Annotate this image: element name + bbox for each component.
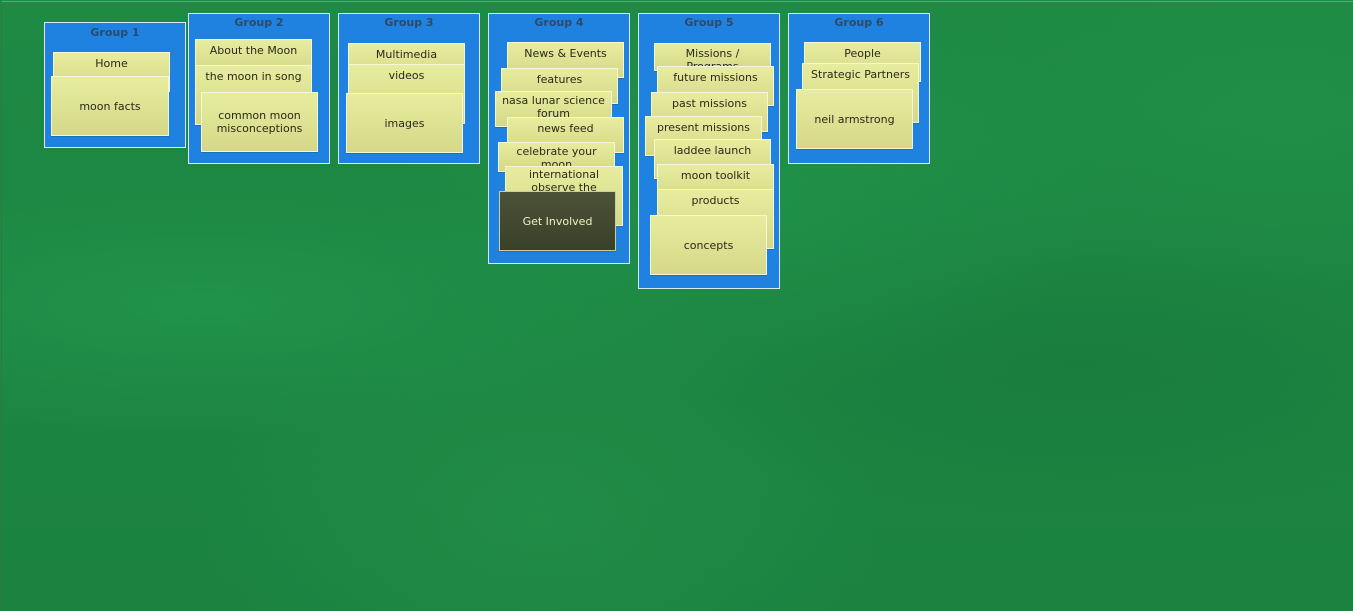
group-title: Group 1: [90, 26, 140, 39]
card-images[interactable]: images: [346, 93, 463, 153]
card-moon-facts[interactable]: moon facts: [51, 76, 169, 136]
group-title: Group 3: [384, 16, 434, 29]
card-common-moon-misconceptions[interactable]: common moon misconceptions: [201, 92, 318, 152]
group-title: Group 5: [684, 16, 734, 29]
sorting-board: Group 1 Home moon facts Group 2 About th…: [1, 1, 1353, 611]
group-5[interactable]: Group 5 Missions / Programs future missi…: [638, 13, 780, 289]
card-concepts[interactable]: concepts: [650, 215, 767, 275]
group-3[interactable]: Group 3 Multimedia videos images: [338, 13, 480, 164]
card-get-involved[interactable]: Get Involved: [499, 191, 616, 251]
group-1[interactable]: Group 1 Home moon facts: [44, 22, 186, 148]
group-2[interactable]: Group 2 About the Moon the moon in song …: [188, 13, 330, 164]
group-title: Group 2: [234, 16, 284, 29]
group-4[interactable]: Group 4 News & Events features nasa luna…: [488, 13, 630, 264]
card-neil-armstrong[interactable]: neil armstrong: [796, 89, 913, 149]
group-title: Group 6: [834, 16, 884, 29]
group-title: Group 4: [534, 16, 584, 29]
group-6[interactable]: Group 6 People Strategic Partners neil a…: [788, 13, 930, 164]
